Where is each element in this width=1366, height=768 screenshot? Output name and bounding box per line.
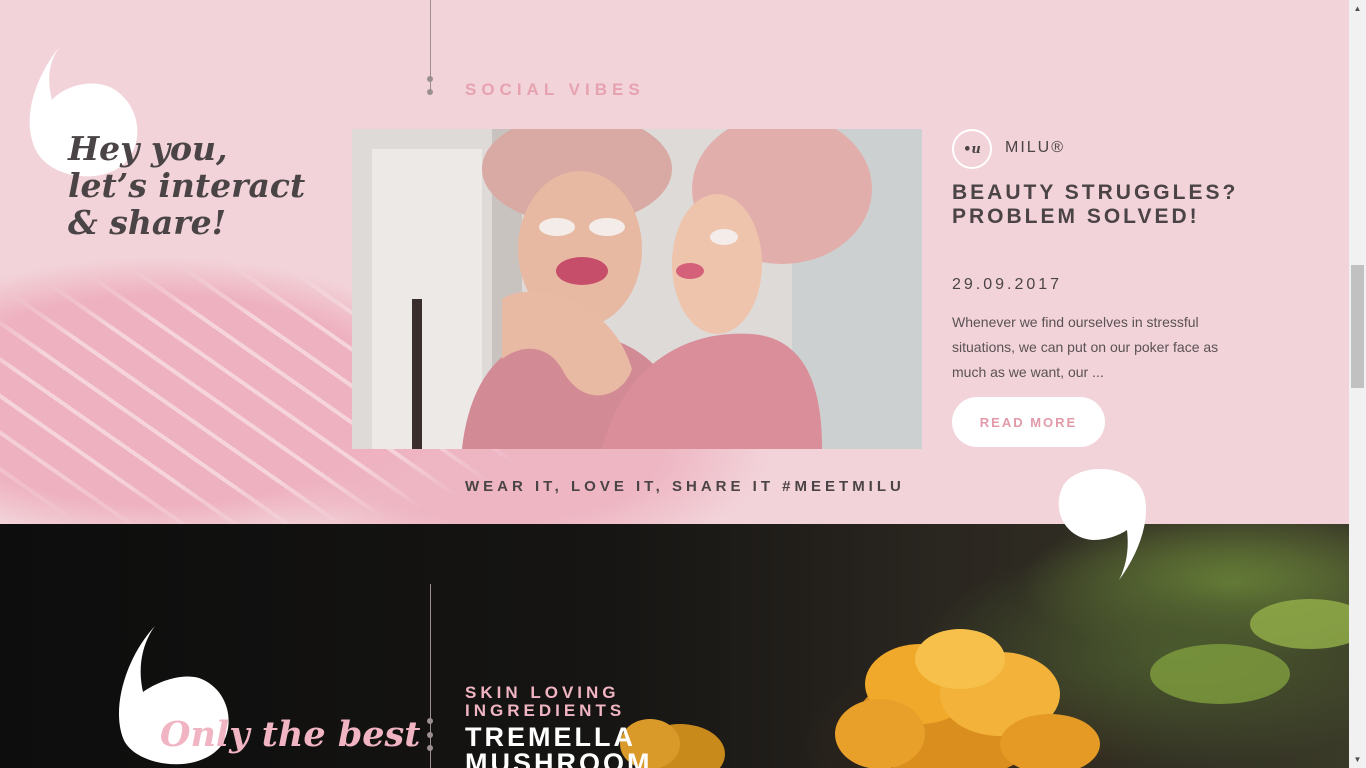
interact-headline: Hey you, let’s interact & share!: [68, 130, 328, 241]
section-label: SOCIAL VIBES: [465, 80, 645, 99]
scroll-thumb[interactable]: [1351, 265, 1364, 388]
quote-mark-icon: [1058, 468, 1147, 580]
ingredients-label: SKIN LOVING INGREDIENTS: [465, 684, 725, 720]
label-line: INGREDIENTS: [465, 701, 626, 720]
hashtag-tagline: WEAR IT, LOVE IT, SHARE IT #MEETMILU: [465, 478, 905, 495]
timeline-dot: [427, 718, 433, 724]
scroll-up-arrow-icon[interactable]: ▲: [1349, 0, 1366, 17]
post-photo: [352, 129, 922, 449]
headline-line: Hey you,: [68, 129, 228, 168]
headline-line: & share!: [68, 203, 227, 242]
ingredient-name-line: TREMELLA: [465, 722, 636, 752]
post-title[interactable]: BEAUTY STRUGGLES? PROBLEM SOLVED!: [952, 181, 1242, 229]
post-image[interactable]: [352, 129, 922, 449]
label-line: SKIN LOVING: [465, 683, 620, 702]
page-scrollbar[interactable]: ▲ ▼: [1349, 0, 1366, 768]
post-author[interactable]: MILU®: [1005, 139, 1065, 157]
timeline-dot: [427, 732, 433, 738]
milu-avatar[interactable]: •u: [952, 129, 992, 169]
timeline-line: [430, 584, 431, 768]
social-vibes-section: SOCIAL VIBES Hey you, let’s interact & s…: [0, 0, 1349, 524]
scroll-down-arrow-icon[interactable]: ▼: [1349, 751, 1366, 768]
ingredients-headline: Only the best: [160, 714, 421, 755]
headline-line: let’s interact: [68, 166, 306, 205]
timeline-dot: [427, 89, 433, 95]
read-more-button[interactable]: READ MORE: [952, 397, 1105, 447]
post-date: 29.09.2017: [952, 276, 1063, 293]
ingredient-name-line: MUSHROOM: [465, 748, 653, 768]
timeline-dot: [427, 76, 433, 82]
ingredient-name: TREMELLA MUSHROOM: [465, 724, 725, 768]
timeline-dot: [427, 745, 433, 751]
post-excerpt: Whenever we find ourselves in stressful …: [952, 314, 1219, 380]
